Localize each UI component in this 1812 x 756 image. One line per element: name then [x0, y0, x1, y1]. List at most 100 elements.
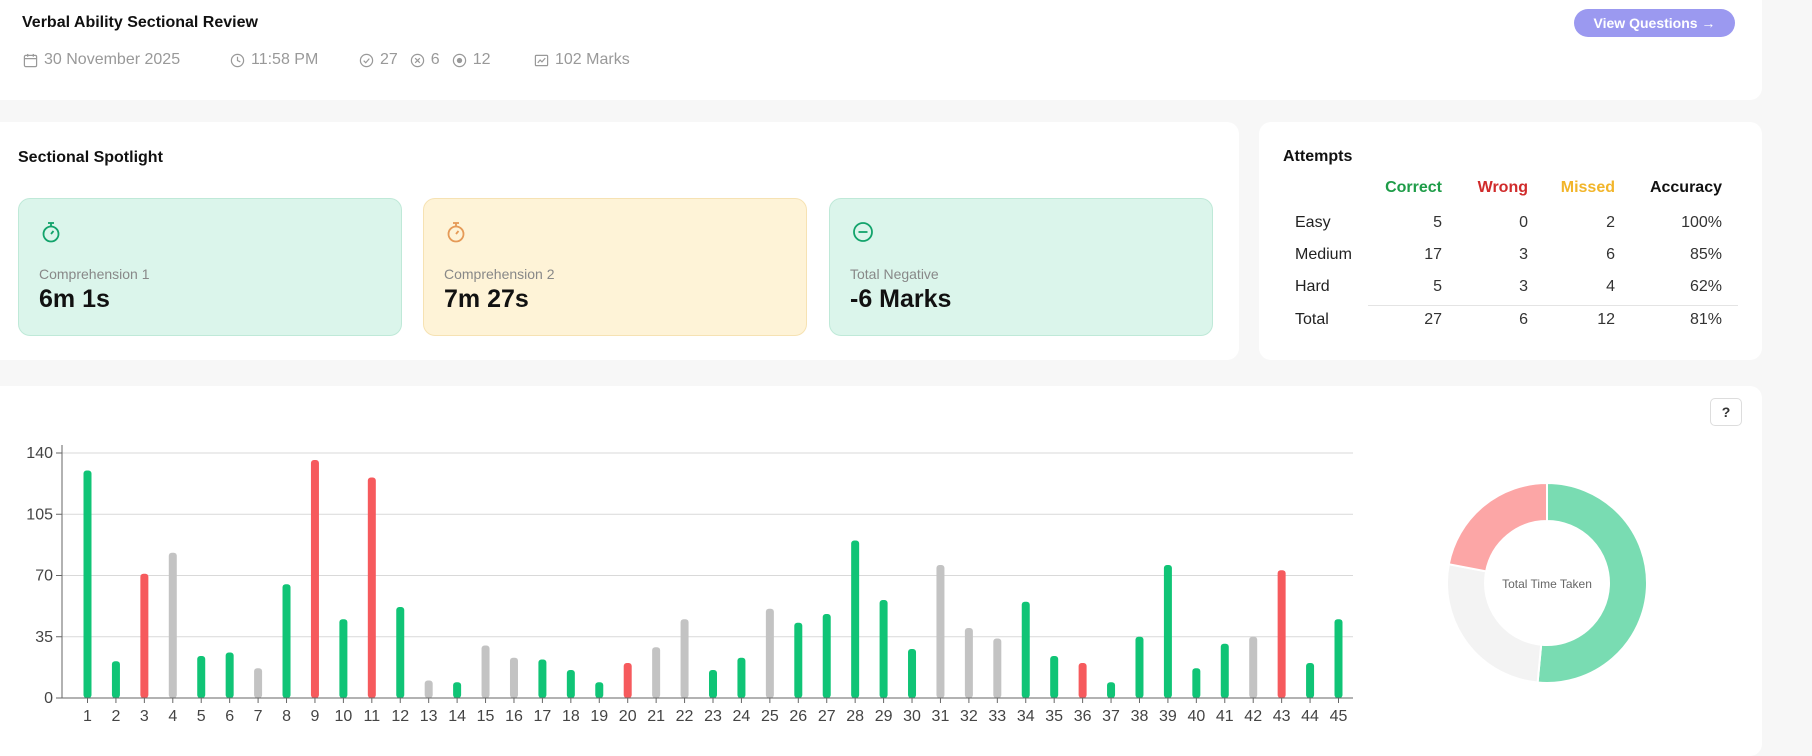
- bar-q28[interactable]: [851, 540, 860, 699]
- x-tick-label: 12: [391, 708, 409, 725]
- bar-q44[interactable]: [1306, 663, 1315, 698]
- bar-q20[interactable]: [623, 663, 632, 698]
- bar-q13[interactable]: [424, 680, 433, 699]
- bar-q4[interactable]: [168, 552, 177, 698]
- bar-q30[interactable]: [908, 649, 917, 698]
- attempts-cell-accuracy: 100%: [1681, 214, 1722, 231]
- bar-q7[interactable]: [254, 668, 263, 698]
- attempts-row-label: Easy: [1295, 214, 1331, 231]
- bar-q32[interactable]: [964, 628, 973, 698]
- bar-q26[interactable]: [794, 622, 803, 698]
- bar-q6[interactable]: [225, 652, 234, 699]
- attempts-cell-accuracy: 81%: [1689, 311, 1722, 328]
- bar-q38[interactable]: [1135, 636, 1144, 698]
- bar-q40[interactable]: [1192, 668, 1201, 698]
- x-tick-label: 26: [789, 708, 807, 725]
- bar-q19[interactable]: [595, 682, 604, 698]
- y-tick-label: 140: [26, 445, 53, 462]
- x-tick-label: 28: [846, 708, 864, 725]
- x-tick-label: 31: [932, 708, 950, 725]
- bar-q33[interactable]: [993, 638, 1002, 699]
- y-tick-label: 105: [26, 506, 53, 523]
- x-tick-label: 3: [140, 708, 149, 725]
- view-questions-button[interactable]: View Questions →: [1574, 9, 1735, 37]
- bar-q8[interactable]: [282, 584, 291, 698]
- y-tick-label: 70: [35, 568, 53, 585]
- help-button[interactable]: ?: [1710, 398, 1742, 426]
- attempts-cell-wrong: 0: [1519, 214, 1528, 231]
- check-circle-icon: [359, 53, 374, 67]
- bar-q25[interactable]: [765, 608, 774, 698]
- x-tick-label: 20: [619, 708, 637, 725]
- cross-circle-icon: [410, 53, 424, 67]
- attempts-cell-missed: 2: [1606, 214, 1615, 231]
- bar-q27[interactable]: [822, 614, 831, 698]
- x-tick-label: 13: [420, 708, 438, 725]
- column-header-accuracy: Accuracy: [1649, 179, 1722, 196]
- bar-q24[interactable]: [737, 657, 746, 698]
- x-tick-label: 21: [647, 708, 665, 725]
- bar-q16[interactable]: [509, 657, 518, 698]
- spotlight-label: Comprehension 1: [39, 266, 150, 282]
- bar-q23[interactable]: [709, 670, 717, 698]
- bar-q14[interactable]: [453, 682, 462, 698]
- x-tick-label: 44: [1301, 708, 1319, 725]
- page-title: Verbal Ability Sectional Review: [22, 14, 258, 31]
- x-tick-label: 29: [875, 708, 893, 725]
- bar-q11[interactable]: [367, 477, 376, 699]
- bar-q45[interactable]: [1334, 619, 1343, 698]
- bar-q1[interactable]: [83, 470, 92, 699]
- bar-q36[interactable]: [1078, 663, 1087, 698]
- bar-q15[interactable]: [481, 645, 490, 699]
- bar-q12[interactable]: [396, 607, 405, 698]
- x-tick-label: 22: [676, 708, 694, 725]
- x-tick-label: 25: [761, 708, 779, 725]
- bar-q37[interactable]: [1107, 682, 1116, 698]
- bar-q17[interactable]: [538, 659, 547, 699]
- donut-slice-wrong[interactable]: [1447, 481, 1548, 573]
- bar-q3[interactable]: [140, 573, 149, 698]
- x-tick-label: 42: [1244, 708, 1262, 725]
- x-tick-label: 4: [168, 708, 177, 725]
- spotlight-item-total-negative: Total Negative -6 Marks: [829, 198, 1213, 336]
- attempts-cell-correct: 27: [1424, 311, 1442, 328]
- spotlight-value: -6 Marks: [850, 285, 952, 313]
- bar-q35[interactable]: [1050, 656, 1059, 698]
- marks-meta: 102 Marks: [534, 51, 630, 69]
- bar-q42[interactable]: [1249, 636, 1258, 698]
- bar-q2[interactable]: [111, 661, 120, 698]
- attempts-cell-missed: 4: [1606, 278, 1615, 295]
- bar-q22[interactable]: [680, 619, 689, 698]
- bar-q34[interactable]: [1021, 601, 1030, 698]
- bar-q18[interactable]: [566, 670, 575, 698]
- bar-q9[interactable]: [310, 460, 319, 698]
- x-tick-label: 45: [1330, 708, 1348, 725]
- bar-q41[interactable]: [1220, 643, 1229, 698]
- attempts-cell-correct: 17: [1424, 246, 1442, 263]
- bar-q10[interactable]: [339, 619, 348, 698]
- attempts-cell-correct: 5: [1433, 278, 1442, 295]
- time-meta: 11:58 PM: [230, 51, 318, 69]
- x-tick-label: 27: [818, 708, 836, 725]
- bar-q5[interactable]: [197, 656, 206, 698]
- total-divider: [1368, 305, 1738, 306]
- bar-q21[interactable]: [652, 647, 661, 698]
- bar-q31[interactable]: [936, 565, 945, 698]
- attempts-row-label: Total: [1295, 311, 1329, 328]
- bar-q39[interactable]: [1163, 565, 1172, 698]
- x-tick-label: 10: [334, 708, 352, 725]
- chart-image-icon: [534, 54, 549, 66]
- date-text: 30 November 2025: [44, 51, 181, 68]
- x-tick-label: 11: [364, 708, 381, 725]
- stopwatch-icon: [42, 222, 60, 243]
- time-per-question-bar-chart: 035701051401 2 3 4 5 6 7 8 9 10 11 12 13 14 15 16 17 18 19…: [26, 445, 1353, 725]
- spotlight-label: Comprehension 2: [444, 266, 555, 282]
- x-tick-label: 19: [590, 708, 608, 725]
- x-tick-label: 16: [505, 708, 523, 725]
- bar-q43[interactable]: [1277, 570, 1286, 698]
- spotlight-label: Total Negative: [850, 266, 939, 282]
- date-meta: 30 November 2025: [23, 51, 180, 69]
- x-tick-label: 18: [562, 708, 580, 725]
- bar-q29[interactable]: [879, 600, 888, 698]
- dot-circle-icon: [452, 53, 466, 67]
